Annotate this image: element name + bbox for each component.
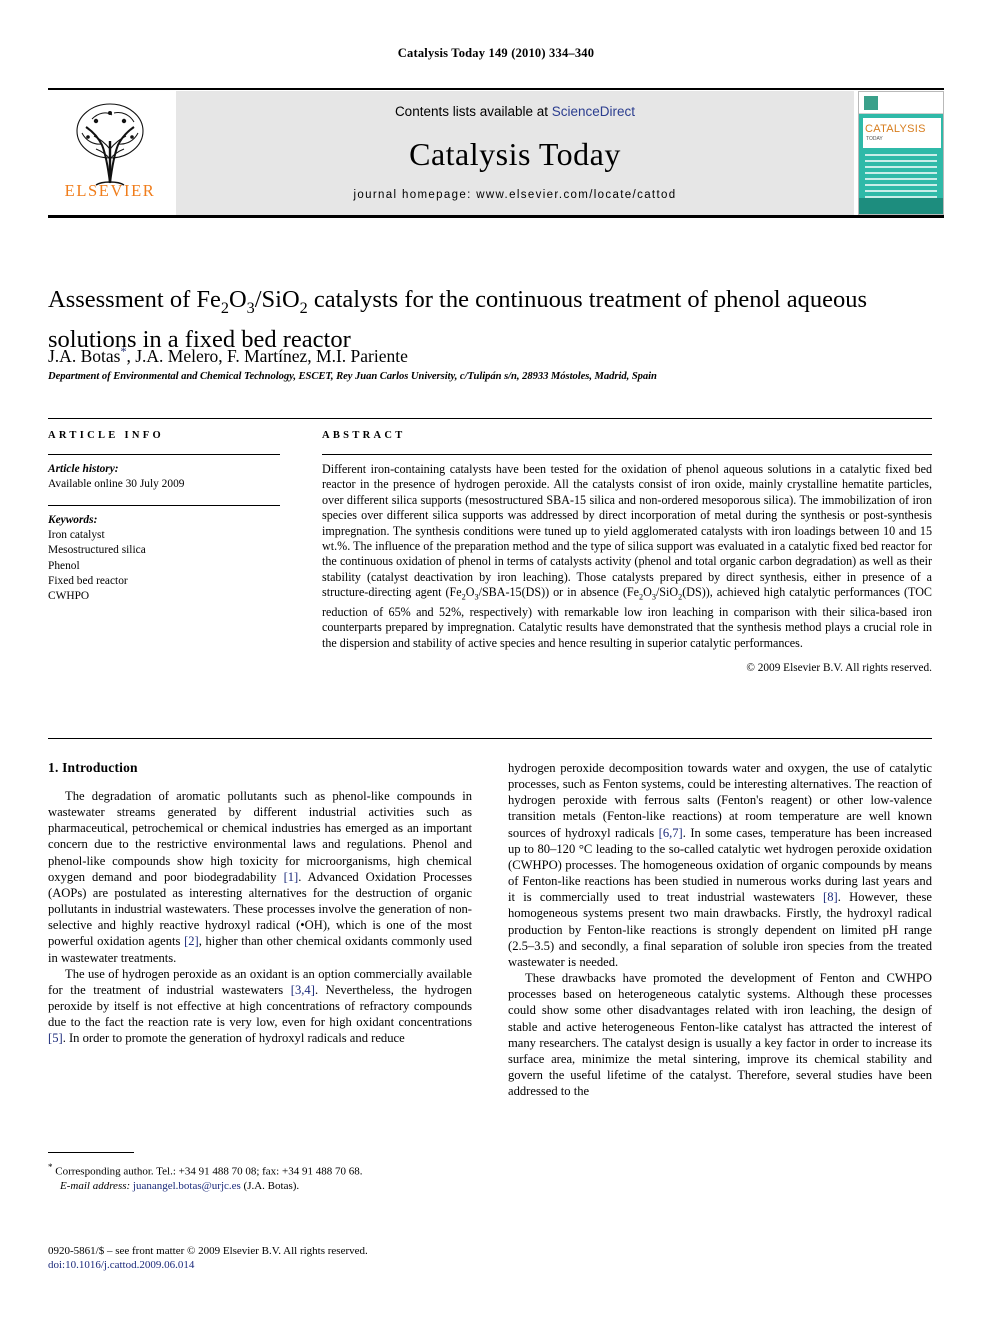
sciencedirect-link[interactable]: ScienceDirect (552, 104, 635, 119)
article-info-heading: ARTICLE INFO (48, 430, 164, 441)
footnote-email-owner: (J.A. Botas). (243, 1179, 300, 1192)
author-first: J.A. Botas (48, 345, 121, 366)
paragraph: hydrogen peroxide decomposition towards … (508, 760, 932, 970)
paragraph-text: . In order to promote the generation of … (62, 1031, 405, 1046)
masthead-top-rule (48, 88, 944, 90)
body-top-rule (48, 738, 932, 739)
abstract-part-1: Different iron-containing catalysts have… (322, 462, 932, 600)
footnote-email-label: E-mail address: (60, 1179, 131, 1192)
journal-homepage[interactable]: journal homepage: www.elsevier.com/locat… (176, 189, 854, 201)
author-rest: , J.A. Melero, F. Martínez, M.I. Parient… (126, 345, 408, 366)
abstract-column: ABSTRACT Different iron-containing catal… (322, 430, 932, 674)
cover-title-band: CATALYSIS TODAY (863, 118, 941, 148)
article-info-rule-1 (48, 454, 280, 455)
elsevier-logo: ELSEVIER (48, 91, 172, 215)
cover-subtitle: TODAY (866, 136, 883, 142)
cover-logo-square (864, 96, 878, 110)
keyword-item: Phenol (48, 559, 80, 572)
citation-link[interactable]: [6,7] (659, 826, 683, 840)
abstract-part-3: /SBA-15(DS)) or in absence (Fe (478, 585, 639, 600)
email-link[interactable]: juanangel.botas@urjc.es (133, 1180, 241, 1192)
journal-masthead: ELSEVIER Contents lists available at Sci… (48, 88, 944, 218)
cover-decorative-lines (865, 154, 937, 202)
masthead-center-panel: Contents lists available at ScienceDirec… (176, 91, 854, 215)
citation-link[interactable]: [8] (823, 890, 838, 904)
citation-link[interactable]: [1] (284, 870, 299, 884)
abstract-part-5: /SiO (655, 585, 679, 600)
abstract-part-4: O (643, 585, 652, 600)
author-affiliation: Department of Environmental and Chemical… (48, 371, 657, 382)
journal-title: Catalysis Today (409, 136, 621, 172)
title-part-4: catalysts for the continuous treatment o… (307, 286, 781, 314)
paragraph: These drawbacks have promoted the develo… (508, 971, 932, 1099)
page-footer: 0920-5861/$ – see front matter © 2009 El… (48, 1244, 548, 1272)
abstract-rule (322, 454, 932, 455)
citation-link[interactable]: [2] (184, 934, 199, 948)
masthead-bottom-rule (48, 215, 944, 218)
abstract-heading: ABSTRACT (322, 430, 406, 441)
paper-page: Catalysis Today 149 (2010) 334–340 ELSEV… (0, 0, 992, 1323)
cover-bottom-bar (859, 198, 943, 214)
article-history-value: Available online 30 July 2009 (48, 478, 185, 490)
article-info-column: ARTICLE INFO Article history: Available … (48, 430, 280, 604)
doi-prefix: doi: (48, 1259, 66, 1271)
doi-link[interactable]: 10.1016/j.cattod.2009.06.014 (65, 1259, 194, 1271)
title-sub-2: 3 (246, 300, 255, 318)
corresponding-author-footnote: * Corresponding author. Tel.: +34 91 488… (48, 1152, 472, 1193)
title-sub-3: 2 (299, 300, 308, 318)
footnote-rule (48, 1152, 134, 1153)
cover-title: CATALYSIS (865, 123, 926, 135)
abstract-copyright: © 2009 Elsevier B.V. All rights reserved… (746, 662, 932, 675)
citation-link[interactable]: [3,4] (291, 983, 315, 997)
article-info-rule-2 (48, 505, 280, 507)
keyword-item: Mesostructured silica (48, 544, 146, 557)
abstract-text: Different iron-containing catalysts have… (322, 462, 932, 651)
contents-available-line: Contents lists available at ScienceDirec… (176, 104, 854, 119)
title-part-1: Assessment of Fe (48, 286, 221, 314)
info-top-rule (48, 418, 932, 419)
keyword-item: Fixed bed reactor (48, 574, 128, 587)
citation-link[interactable]: [5] (48, 1031, 63, 1045)
footnote-email-line: E-mail address: juanangel.botas@urjc.es … (48, 1179, 472, 1193)
section-heading-introduction: 1. Introduction (48, 760, 138, 775)
keywords-label: Keywords: (48, 514, 98, 527)
title-part-3: /SiO (254, 286, 300, 314)
issn-copyright-line: 0920-5861/$ – see front matter © 2009 El… (48, 1245, 368, 1257)
journal-cover-thumbnail: CATALYSIS TODAY (858, 91, 944, 215)
footnote-contact-line: * Corresponding author. Tel.: +34 91 488… (48, 1160, 472, 1179)
paragraph: The use of hydrogen peroxide as an oxida… (48, 966, 472, 1047)
running-head: Catalysis Today 149 (2010) 334–340 (397, 46, 595, 60)
title-sub-1: 2 (220, 300, 229, 318)
doi-line: doi:10.1016/j.cattod.2009.06.014 (48, 1258, 548, 1272)
body-left-column: 1. Introduction The degradation of aroma… (48, 760, 472, 1047)
elsevier-tree-icon (76, 103, 144, 186)
author-list: J.A. Botas*, J.A. Melero, F. Martínez, M… (48, 344, 908, 367)
footnote-contact-text: Corresponding author. Tel.: +34 91 488 7… (52, 1165, 363, 1178)
keyword-item: CWHPO (48, 590, 90, 603)
title-part-2: O (228, 286, 247, 314)
body-right-column: hydrogen peroxide decomposition towards … (508, 760, 932, 1099)
cover-top-strip (859, 92, 943, 114)
contents-prefix: Contents lists available at (394, 104, 552, 119)
elsevier-wordmark: ELSEVIER (64, 181, 156, 200)
article-history-label: Article history: (48, 463, 119, 475)
keyword-item: Iron catalyst (48, 529, 105, 542)
paragraph: The degradation of aromatic pollutants s… (48, 788, 472, 966)
